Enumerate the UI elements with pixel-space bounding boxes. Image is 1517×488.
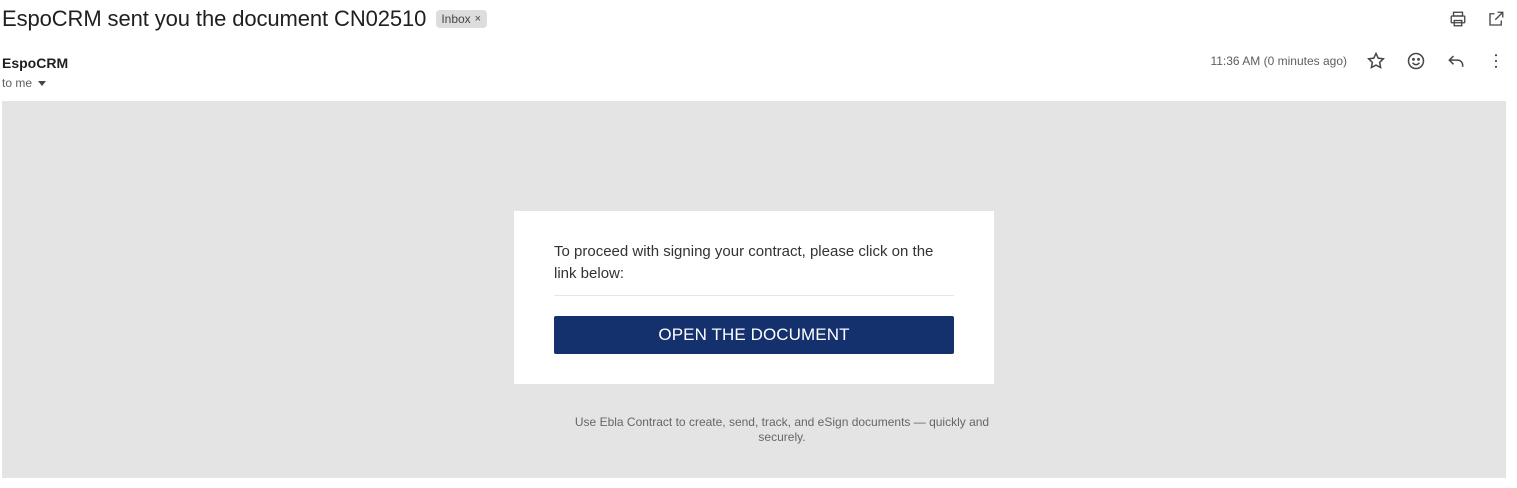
inbox-label-text: Inbox (441, 12, 471, 26)
inbox-label-chip[interactable]: Inbox × (436, 10, 488, 28)
reply-icon[interactable] (1445, 50, 1467, 72)
message-actions (1365, 50, 1507, 72)
remove-label-button[interactable]: × (475, 13, 481, 25)
chevron-down-icon (38, 80, 47, 86)
sender-name: EspoCRM (2, 55, 69, 71)
divider (554, 295, 954, 296)
open-document-button[interactable]: OPEN THE DOCUMENT (554, 316, 954, 354)
subject-row: EspoCRM sent you the document CN02510 In… (2, 4, 488, 34)
top-actions (1447, 8, 1507, 30)
footer-note: Use Ebla Contract to create, send, track… (574, 415, 990, 444)
message-meta: 11:36 AM (0 minutes ago) (1210, 50, 1507, 72)
message-card: To proceed with signing your contract, p… (514, 211, 994, 384)
print-icon[interactable] (1447, 8, 1469, 30)
recipient-text: to me (2, 76, 33, 90)
more-vert-icon[interactable] (1485, 50, 1507, 72)
email-subject: EspoCRM sent you the document CN02510 (2, 6, 427, 31)
timestamp: 11:36 AM (0 minutes ago) (1210, 54, 1347, 68)
instruction-text: To proceed with signing your contract, p… (554, 243, 934, 282)
recipient-details-toggle[interactable]: to me (2, 76, 47, 90)
open-in-new-window-icon[interactable] (1485, 8, 1507, 30)
email-body: To proceed with signing your contract, p… (2, 101, 1506, 478)
star-icon[interactable] (1365, 50, 1387, 72)
emoji-reaction-icon[interactable] (1405, 50, 1427, 72)
